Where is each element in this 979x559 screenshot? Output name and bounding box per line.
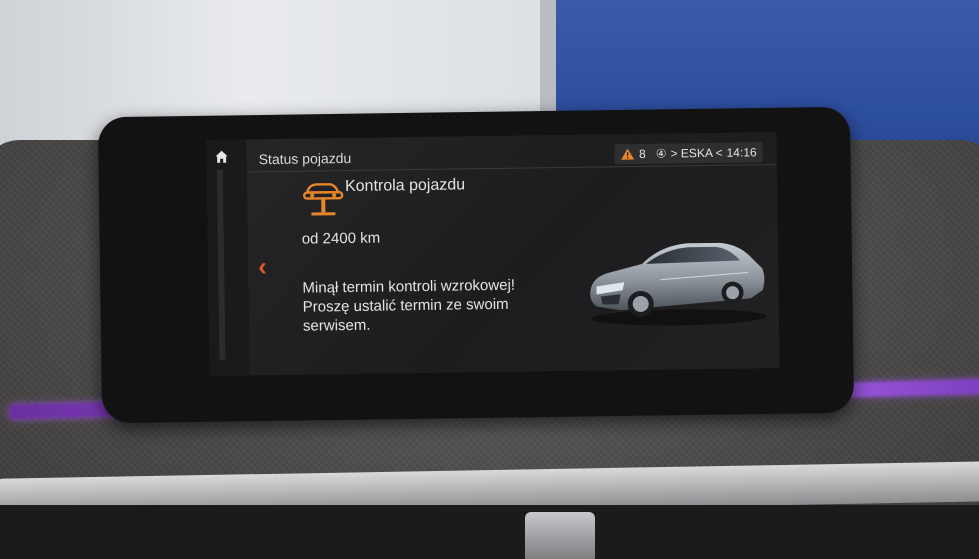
car-lift-icon (302, 183, 344, 216)
status-area: 8 ④ > ESKA < 14:16 (614, 142, 763, 165)
idrive-screen: ‹ Status pojazdu 8 ④ > ESKA < 14:16 Kont… (206, 132, 780, 376)
message-line: serwisem. (302, 316, 371, 335)
page-title: Status pojazdu (258, 149, 352, 168)
home-icon[interactable] (215, 150, 229, 164)
car-image (590, 242, 767, 326)
clock: 14:16 (726, 145, 757, 160)
radio-station: > ESKA < (670, 145, 723, 161)
distance-value: od 2400 km (301, 229, 381, 248)
vent-control[interactable] (525, 512, 595, 559)
radio-preset: ④ (655, 146, 667, 161)
air-vent (0, 505, 979, 559)
dashboard-scene: ‹ Status pojazdu 8 ④ > ESKA < 14:16 Kont… (0, 0, 979, 559)
side-navigation-strip (206, 139, 250, 376)
warning-count: 8 (638, 146, 646, 161)
check-title: Kontrola pojazdu (344, 176, 466, 196)
scroll-track[interactable] (216, 169, 226, 360)
service-message: Minął termin kontroli wzrokowej! Proszę … (302, 275, 573, 336)
warning-triangle-icon (621, 148, 635, 160)
vehicle-status-content: Kontrola pojazdu od 2400 km Minął termin… (249, 164, 780, 371)
